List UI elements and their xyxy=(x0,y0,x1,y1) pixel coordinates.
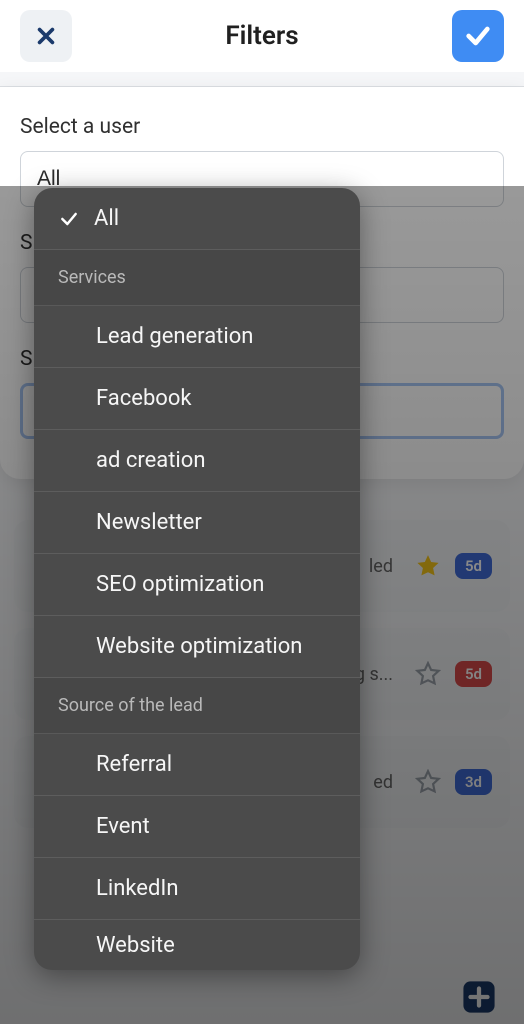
dropdown-item[interactable]: ad creation xyxy=(34,430,360,492)
star-outline-icon xyxy=(415,661,441,687)
list-item-text: led xyxy=(369,556,393,577)
dropdown-item[interactable]: Newsletter xyxy=(34,492,360,554)
user-field-label: Select a user xyxy=(20,115,504,139)
dropdown-item[interactable]: SEO optimization xyxy=(34,554,360,616)
star-icon xyxy=(415,553,441,579)
dropdown-group-source: Source of the lead xyxy=(34,678,360,734)
list-item-text: ed xyxy=(373,772,393,793)
dropdown-item[interactable]: LinkedIn xyxy=(34,858,360,920)
dropdown-item[interactable]: Referral xyxy=(34,734,360,796)
dropdown-item-label: Newsletter xyxy=(96,510,202,535)
dropdown-item-label: Event xyxy=(96,814,150,839)
dropdown-item-label: Website xyxy=(96,933,175,958)
dropdown-item[interactable]: Facebook xyxy=(34,368,360,430)
star-outline-icon xyxy=(415,769,441,795)
dropdown-item-label: Website optimization xyxy=(96,634,302,659)
dropdown-item-label: ad creation xyxy=(96,448,205,473)
dropdown-item-label: Facebook xyxy=(96,386,192,411)
close-button[interactable] xyxy=(20,10,72,62)
dropdown-item-label: Lead generation xyxy=(96,324,253,349)
header-bar: Filters xyxy=(0,0,524,72)
dropdown-item-all[interactable]: All xyxy=(34,188,360,250)
dropdown-item-label: Referral xyxy=(96,752,172,777)
add-button[interactable] xyxy=(462,980,496,1014)
dropdown-item[interactable]: Event xyxy=(34,796,360,858)
list-item-text: g s... xyxy=(355,664,393,685)
dropdown-item[interactable]: Website xyxy=(34,920,360,970)
dropdown-item-label: All xyxy=(94,206,119,231)
dropdown-item[interactable]: Website optimization xyxy=(34,616,360,678)
dropdown-item[interactable]: Lead generation xyxy=(34,306,360,368)
age-badge: 3d xyxy=(455,769,492,795)
age-badge: 5d xyxy=(455,661,492,687)
tag-dropdown: All Services Lead generation Facebook ad… xyxy=(34,188,360,970)
page-title: Filters xyxy=(72,21,452,51)
age-badge: 5d xyxy=(455,553,492,579)
check-icon xyxy=(58,208,80,230)
dropdown-item-label: SEO optimization xyxy=(96,572,264,597)
dropdown-item-label: LinkedIn xyxy=(96,876,179,901)
dropdown-group-services: Services xyxy=(34,250,360,306)
confirm-button[interactable] xyxy=(452,10,504,62)
